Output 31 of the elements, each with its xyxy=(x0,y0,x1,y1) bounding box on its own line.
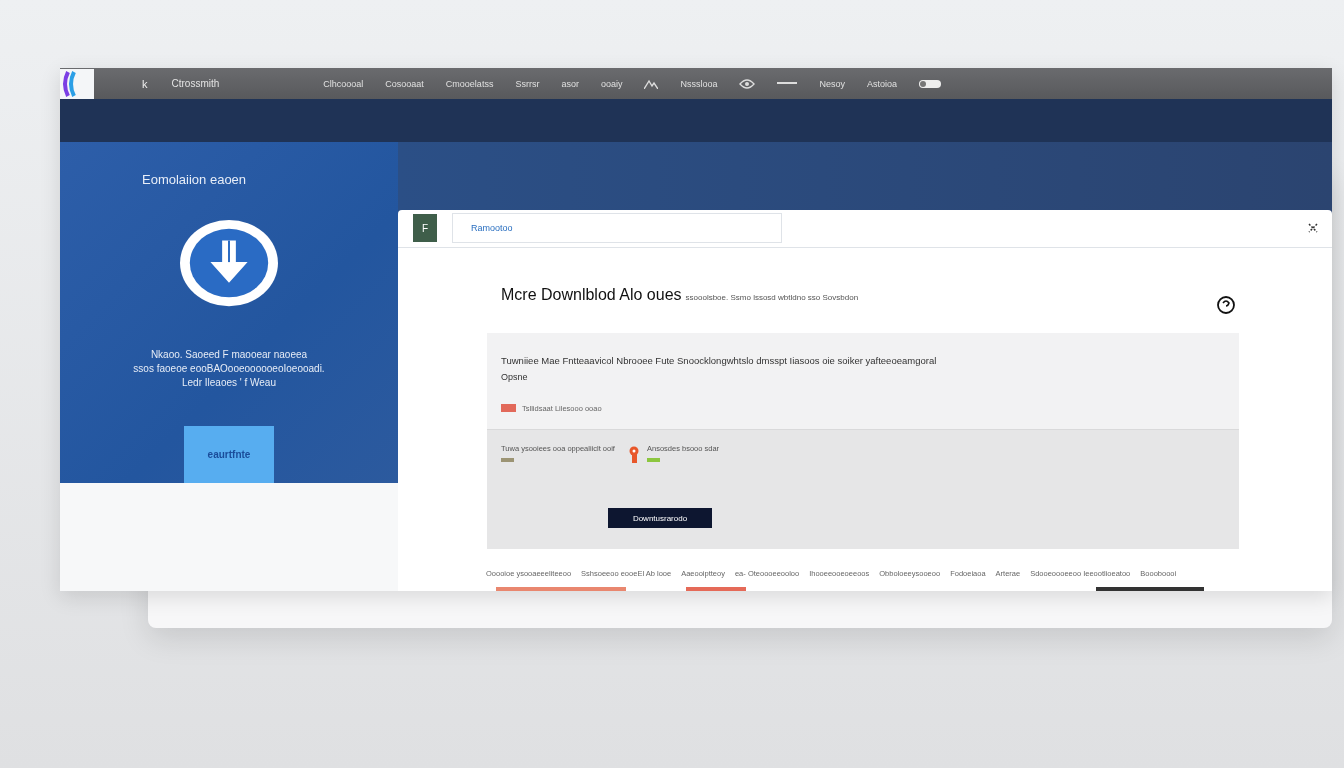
menu-item[interactable]: Cmooelatss xyxy=(445,78,494,89)
dialog-heading: Mcre Downlblod Alo oues xyxy=(501,285,682,304)
menu-item[interactable]: Clhcoooal xyxy=(323,78,364,89)
brand-name: Ctrossmith xyxy=(171,78,220,89)
panel-text: ssos faoeoe eooBAOooeoooooeoIoeooadi. xyxy=(133,363,325,375)
panel-button[interactable]: eaurtfnte xyxy=(184,426,274,483)
dash-icon[interactable] xyxy=(777,82,798,85)
download-button[interactable]: Downtusrarodo xyxy=(608,508,712,529)
download-icon xyxy=(178,219,280,308)
key-icon xyxy=(628,446,639,465)
mountain-icon[interactable] xyxy=(644,78,659,89)
notice-text: Tuwniiee Mae Fntteaavicol Nbrooee Fute Snoocklongwhtslo dmsspt Iiasoos oie soiker yafteeoeamgoral xyxy=(501,354,937,366)
menu-item[interactable]: Nesoy xyxy=(819,78,845,89)
help-icon[interactable] xyxy=(1216,295,1236,316)
tab-field[interactable]: Ramootoo xyxy=(452,213,782,244)
toggle-icon[interactable] xyxy=(919,79,941,88)
menu-item[interactable]: asor xyxy=(561,78,579,89)
notice-link[interactable]: Opsne xyxy=(501,371,528,382)
menu-item[interactable]: Astoioa xyxy=(866,78,897,89)
logo-icon xyxy=(60,68,94,99)
logo-letter: k xyxy=(142,77,148,90)
panel-text: Ledr Ileaoes ' f Weau xyxy=(182,377,276,389)
letter-badge: F xyxy=(413,214,437,243)
panel-title: Eomolaiion eaoen xyxy=(142,172,247,187)
menu-item[interactable]: Nssslooa xyxy=(680,78,718,89)
menu-item[interactable]: Cosooaat xyxy=(385,78,424,89)
eye-icon[interactable] xyxy=(739,77,756,90)
panel-text: Nkaoo. Saoeed F maooear naoeea xyxy=(150,349,308,361)
dialog-subtitle: ssooolsboe. Ssmo lssosd wbtldno sso Sovsbdon xyxy=(685,292,859,302)
menu-item[interactable]: Ssrrsr xyxy=(515,78,540,89)
menu-item[interactable]: ooaiy xyxy=(600,78,623,89)
